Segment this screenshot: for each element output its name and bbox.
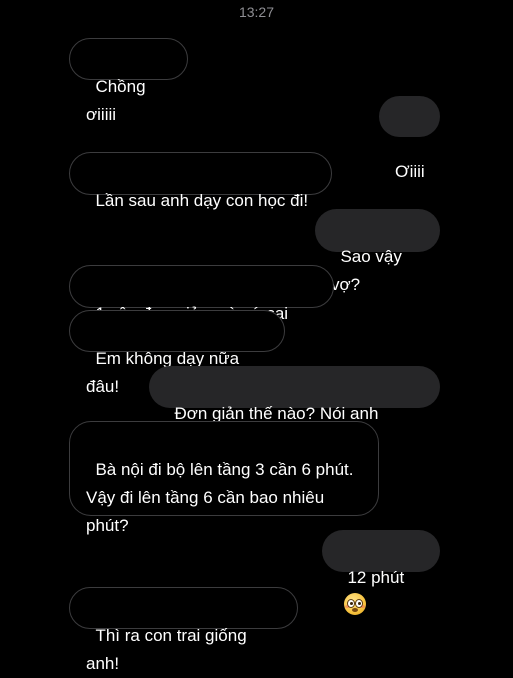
chat-message-incoming[interactable]: Thì ra con trai giống anh! (69, 587, 298, 673)
message-text: Ơiiii (395, 162, 425, 181)
message-text: Chồng ơiiiii (86, 77, 151, 124)
chat-message-outgoing[interactable]: 12 phút (322, 530, 440, 615)
chat-message-outgoing[interactable]: Ơiiii (379, 96, 440, 181)
message-text: Lần sau anh dạy con học đi! (95, 191, 309, 210)
message-text: Thì ra con trai giống anh! (86, 626, 252, 673)
chat-message-incoming[interactable]: Chồng ơiiiii (69, 38, 188, 124)
chat-message-incoming[interactable]: Em không dạy nữa đâu! (69, 310, 285, 396)
chat-message-incoming[interactable]: Lần sau anh dạy con học đi! (69, 152, 332, 210)
timestamp: 13:27 (238, 4, 275, 20)
message-text: Sao vậy vợ? (331, 247, 407, 294)
flushed-face-icon (344, 593, 366, 615)
chat-message-incoming[interactable]: 1 câu đơn giản mà cứ sai hoài (69, 265, 334, 351)
message-text: 12 phút (347, 568, 405, 587)
message-text: Bà nội đi bộ lên tầng 3 cần 6 phút. Vậy … (86, 460, 354, 535)
chat-message-outgoing[interactable]: Sao vậy vợ? (315, 209, 440, 294)
chat-message-outgoing[interactable]: Đơn giản thế nào? Nói anh nghe! (149, 366, 440, 451)
chat-message-incoming[interactable]: Bà nội đi bộ lên tầng 3 cần 6 phút. Vậy … (69, 421, 379, 535)
